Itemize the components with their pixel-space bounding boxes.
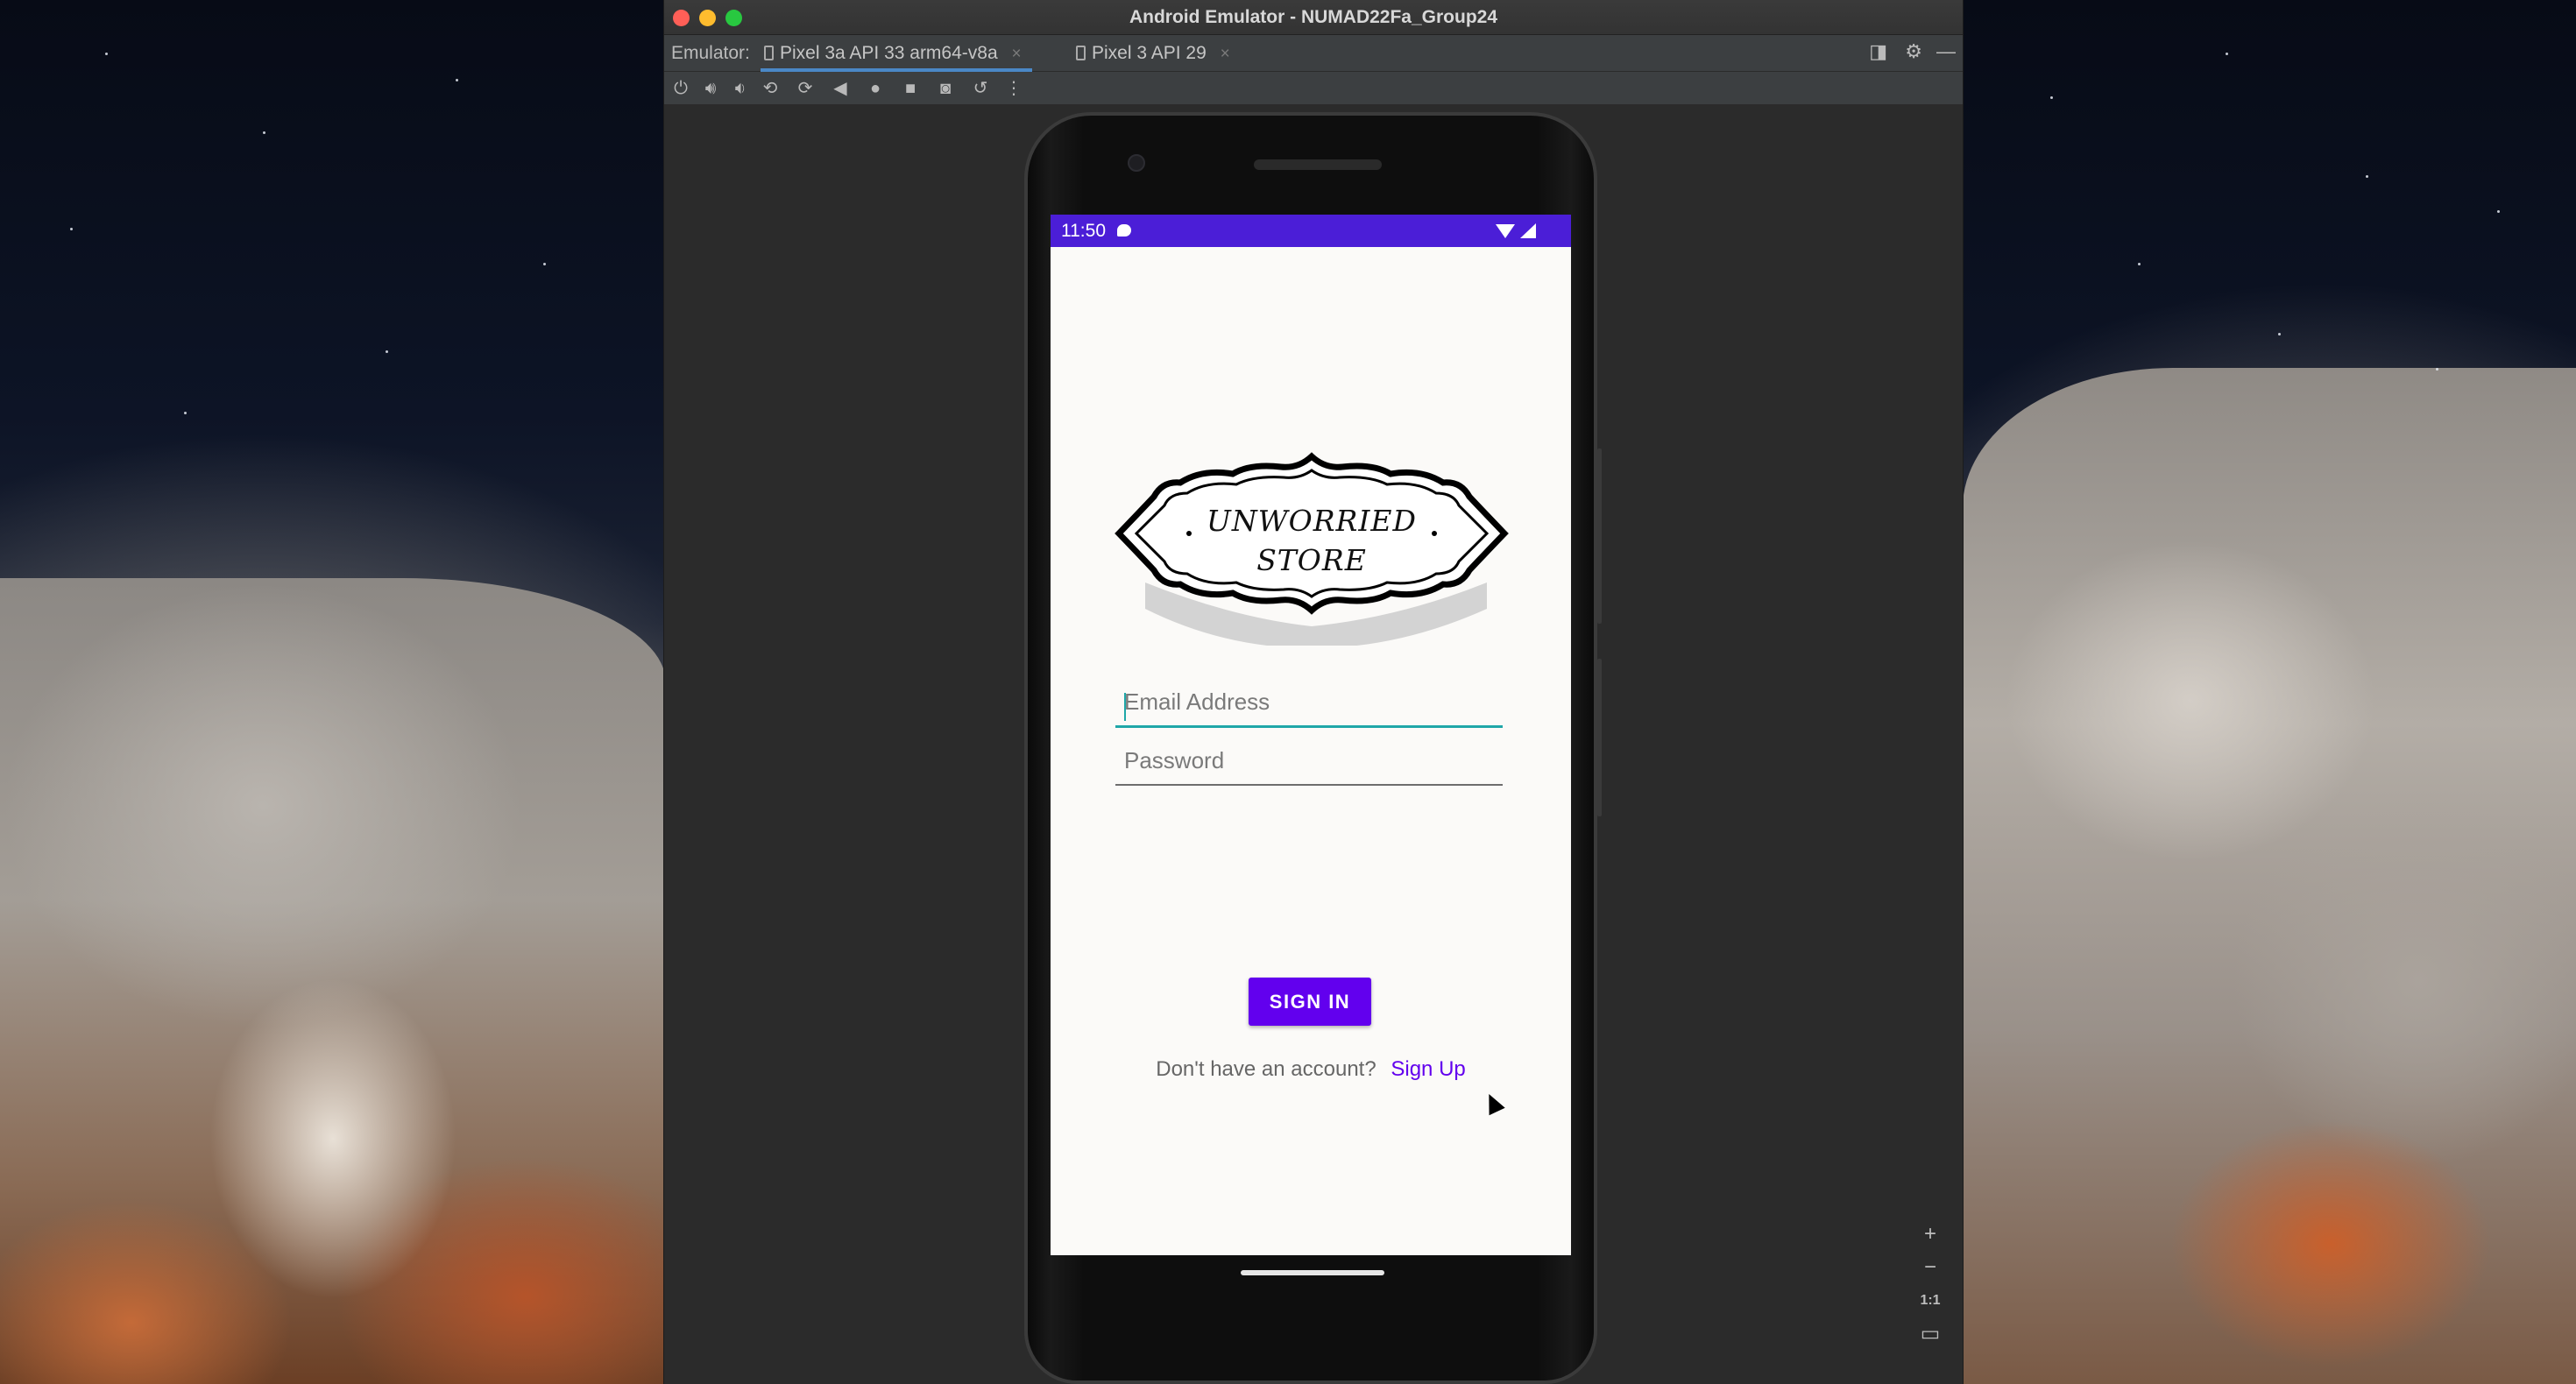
tab-pixel-3[interactable]: Pixel 3 API 29 ×: [1072, 35, 1241, 72]
status-bar: 11:50: [1051, 215, 1571, 247]
signal-icon: [1520, 223, 1536, 238]
back-icon[interactable]: ◀: [829, 77, 852, 100]
tab-pixel-3a[interactable]: Pixel 3a API 33 arm64-v8a ×: [761, 35, 1032, 72]
star: [70, 228, 73, 230]
layout-icon[interactable]: ◨: [1869, 40, 1887, 63]
store-logo: UNWORRIED STORE: [1110, 451, 1513, 648]
rotate-left-icon[interactable]: ⟲: [759, 77, 782, 100]
star: [2226, 53, 2228, 55]
star: [2050, 96, 2053, 99]
close-icon[interactable]: ×: [1221, 45, 1230, 63]
star: [263, 131, 265, 134]
wifi-icon: [1496, 224, 1515, 238]
star: [2278, 333, 2281, 335]
no-account-text: Don't have an account?: [1156, 1057, 1376, 1081]
tab-label: Pixel 3a API 33 arm64-v8a: [780, 43, 998, 63]
status-time: 11:50: [1061, 221, 1106, 241]
sign-up-link[interactable]: Sign Up: [1391, 1057, 1465, 1081]
title-bar: Android Emulator - NUMAD22Fa_Group24: [664, 0, 1963, 35]
zoom-controls: + − 1:1 ▭: [1919, 1218, 1942, 1351]
minimize-icon[interactable]: —: [1936, 40, 1956, 63]
notification-icon: [1117, 224, 1131, 237]
home-icon[interactable]: ●: [864, 77, 887, 100]
gear-icon[interactable]: ⚙: [1905, 40, 1922, 63]
close-icon[interactable]: ×: [1011, 45, 1021, 63]
power-icon[interactable]: ⏻: [669, 77, 692, 100]
star: [386, 350, 388, 353]
tab-bar: Emulator: Pixel 3a API 33 arm64-v8a × Pi…: [664, 35, 1963, 72]
phone-frame: 11:50 UNWORRIED STORE SIGN IN: [1024, 112, 1602, 1384]
signup-prompt: Don't have an account? Sign Up: [1051, 1057, 1571, 1082]
zoom-in-button[interactable]: +: [1919, 1218, 1942, 1251]
star: [184, 412, 187, 414]
emulator-window: Android Emulator - NUMAD22Fa_Group24 Emu…: [663, 0, 1964, 1384]
star: [105, 53, 108, 55]
volume-rocker[interactable]: [1597, 448, 1602, 624]
home-gesture-bar[interactable]: [1241, 1270, 1384, 1275]
star: [2497, 210, 2500, 213]
device-icon: [1076, 46, 1086, 60]
star: [2436, 368, 2438, 371]
actual-size-button[interactable]: 1:1: [1919, 1284, 1942, 1317]
rotate-right-icon[interactable]: ⟳: [794, 77, 817, 100]
wallpaper-rock-right: [1963, 368, 2576, 1384]
text-caret: [1124, 693, 1126, 721]
more-icon[interactable]: ⋮: [1002, 77, 1025, 100]
fit-screen-icon[interactable]: ▭: [1919, 1317, 1942, 1351]
logo-line-2: STORE: [1256, 543, 1367, 577]
volume-up-icon[interactable]: 🔊︎: [699, 77, 722, 100]
password-field[interactable]: [1115, 742, 1503, 786]
email-field[interactable]: [1115, 684, 1503, 728]
tab-label: Pixel 3 API 29: [1092, 43, 1207, 63]
volume-down-icon[interactable]: 🔉︎: [729, 77, 752, 100]
speaker-grille: [1254, 159, 1382, 170]
star: [2138, 263, 2141, 265]
power-side-button[interactable]: [1597, 659, 1602, 816]
star: [543, 263, 546, 265]
star: [456, 79, 458, 81]
overview-icon[interactable]: ■: [899, 77, 922, 100]
zoom-out-button[interactable]: −: [1919, 1251, 1942, 1284]
emulator-toolbar: ⏻ 🔊︎ 🔉︎ ⟲ ⟳ ◀ ● ■ ◙ ↺ ⋮: [664, 72, 1963, 105]
sign-in-button[interactable]: SIGN IN: [1249, 978, 1371, 1026]
logo-line-1: UNWORRIED: [1207, 504, 1417, 538]
tab-prefix-label: Emulator:: [671, 43, 750, 63]
snapshot-icon[interactable]: ↺: [969, 77, 992, 100]
screenshot-icon[interactable]: ◙: [934, 77, 957, 100]
camera-icon: [1128, 154, 1145, 172]
wallpaper-rock-left: [0, 578, 666, 1384]
device-icon: [764, 46, 774, 60]
star: [2366, 175, 2368, 178]
window-title: Android Emulator - NUMAD22Fa_Group24: [1129, 7, 1498, 27]
